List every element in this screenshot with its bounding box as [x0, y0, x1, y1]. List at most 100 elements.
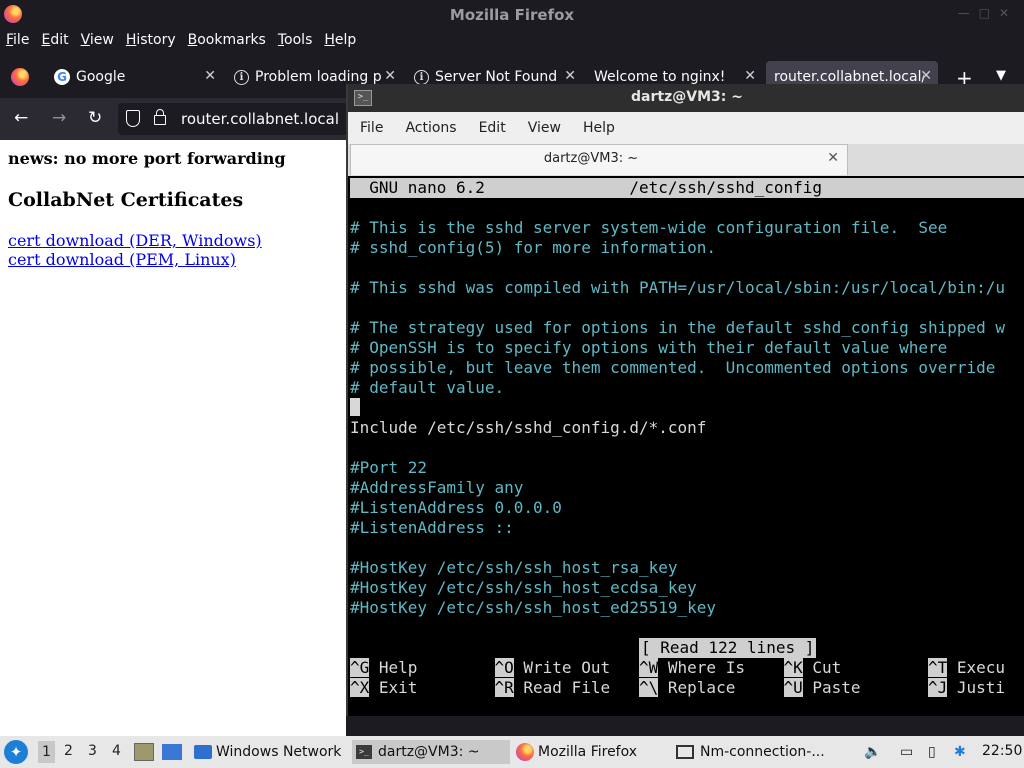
terminal-menu-edit[interactable]: Edit [467, 112, 516, 136]
close-tab-icon[interactable]: ✕ [920, 68, 932, 84]
taskbar-item-nm-connection[interactable]: Nm-connection-... [676, 740, 825, 764]
shortcut-key: ^X [350, 678, 370, 697]
shortcut-label: Help [369, 658, 495, 677]
shortcut-label: Replace [658, 678, 784, 697]
nano-line: #HostKey /etc/ssh/ssh_host_ed25519_key [350, 598, 717, 617]
url-text[interactable]: router.collabnet.local [181, 110, 339, 128]
tab-label: Welcome to nginx! [594, 69, 726, 85]
news-text: news: no more port forwarding [8, 149, 286, 168]
workspace-1[interactable]: 1 [38, 741, 55, 763]
taskbar-item-label: Windows Network [216, 744, 342, 760]
window-controls[interactable]: —□✕ [958, 6, 1018, 20]
shortcut-label: Write Out [513, 658, 639, 677]
menu-bookmarks[interactable]: Bookmarks [182, 30, 272, 48]
network-icon [676, 745, 694, 759]
info-icon: i [414, 69, 429, 85]
tab-label: Problem loading p [255, 69, 382, 85]
shortcut-key: ^T [928, 658, 948, 677]
terminal-menu-help[interactable]: Help [571, 112, 625, 136]
terminal-screen[interactable]: GNU nano 6.2 /etc/ssh/sshd_config # This… [348, 176, 1024, 716]
nano-line: #ListenAddress 0.0.0.0 [350, 498, 562, 517]
nano-shortcuts-row-1: ^G Help ^O Write Out ^W Where Is ^K Cut … [350, 658, 1005, 678]
close-tab-icon[interactable]: ✕ [564, 68, 576, 84]
shortcut-key: ^R [494, 678, 514, 697]
page-content: news: no more port forwarding CollabNet … [0, 140, 346, 706]
reload-icon[interactable]: ↻ [88, 108, 102, 128]
forward-arrow-icon[interactable]: → [52, 108, 66, 128]
terminal-window-title: dartz@VM3: ~ [631, 89, 743, 105]
close-tab-icon[interactable]: ✕ [384, 68, 396, 84]
workspace-2[interactable]: 2 [64, 743, 73, 759]
terminal-menubar: File Actions Edit View Help [348, 112, 1024, 144]
download-links: cert download (DER, Windows) cert downlo… [8, 231, 262, 269]
terminal-menu-view[interactable]: View [516, 112, 571, 136]
terminal-menu-actions[interactable]: Actions [393, 112, 466, 136]
menu-history[interactable]: History [120, 30, 182, 48]
nano-line: Include /etc/ssh/sshd_config.d/*.conf [350, 418, 707, 437]
start-menu-icon[interactable]: ✦ [4, 740, 28, 764]
nano-status: [ Read 122 lines ] [639, 638, 817, 658]
firefox-icon [516, 743, 534, 761]
nano-line: #HostKey /etc/ssh/ssh_host_rsa_key [350, 558, 678, 577]
info-icon: i [234, 69, 249, 85]
shortcut-label: Execu [947, 658, 1006, 677]
tab-label: router.collabnet.local/ [774, 69, 924, 85]
shortcut-label: Justi [947, 678, 1006, 697]
back-arrow-icon[interactable]: ← [14, 108, 28, 128]
taskbar-item-windows-network[interactable]: Windows Network [194, 740, 341, 764]
network-tray-icon[interactable]: ▭ [900, 744, 913, 760]
der-download-link[interactable]: cert download (DER, Windows) [8, 231, 262, 250]
tab-google[interactable]: G Google ✕ [46, 61, 222, 93]
terminal-menu-file[interactable]: File [348, 112, 393, 136]
desktop-icon [134, 743, 154, 761]
menu-file[interactable]: File [0, 30, 35, 48]
menu-view[interactable]: View [75, 30, 120, 48]
firefox-titlebar: Mozilla Firefox —□✕ [0, 0, 1024, 30]
taskbar-item-label: dartz@VM3: ~ [378, 744, 480, 760]
nano-line: # The strategy used for options in the d… [350, 318, 1006, 337]
pem-download-link[interactable]: cert download (PEM, Linux) [8, 250, 262, 269]
workspace-4[interactable]: 4 [112, 743, 121, 759]
firefox-menubar: File Edit View History Bookmarks Tools Help [0, 30, 1024, 54]
close-icon[interactable]: ✕ [827, 150, 839, 166]
menu-edit[interactable]: Edit [35, 30, 74, 48]
taskbar: ✦ 1 2 3 4 Windows Network >_ dartz@VM3: ~… [0, 736, 1024, 768]
google-icon: G [54, 69, 70, 85]
volume-icon[interactable]: 🔈 [864, 744, 881, 760]
show-desktop-icon[interactable] [134, 740, 154, 764]
shortcut-key: ^G [350, 658, 370, 677]
maximize-icon[interactable]: □ [979, 6, 999, 20]
taskbar-item-label: Mozilla Firefox [538, 744, 638, 760]
shortcut-key: ^J [928, 678, 948, 697]
lock-icon[interactable] [154, 109, 166, 125]
minimize-icon[interactable]: — [958, 6, 979, 20]
shortcut-key: ^O [494, 658, 514, 677]
workspace-3[interactable]: 3 [88, 743, 97, 759]
close-icon[interactable]: ✕ [999, 6, 1018, 20]
nano-line: # This sshd was compiled with PATH=/usr/… [350, 278, 1006, 297]
tab-label: Google [76, 69, 126, 85]
chevron-down-icon[interactable]: ▼ [996, 68, 1006, 83]
tab-label: Server Not Found [435, 69, 558, 85]
terminal-icon: >_ [356, 745, 372, 759]
menu-help[interactable]: Help [318, 30, 362, 48]
taskbar-item-firefox[interactable]: Mozilla Firefox [516, 740, 637, 764]
shield-icon[interactable] [126, 110, 140, 127]
firefox-view-button[interactable] [6, 61, 36, 93]
shortcut-key: ^K [783, 658, 803, 677]
menu-tools[interactable]: Tools [272, 30, 319, 48]
taskbar-item-label: Nm-connection-... [700, 744, 825, 760]
file-manager-icon[interactable] [162, 740, 182, 764]
shortcut-key: ^U [783, 678, 803, 697]
close-tab-icon[interactable]: ✕ [204, 68, 216, 84]
terminal-tab[interactable]: dartz@VM3: ~ ✕ [350, 144, 848, 175]
url-domain: collabnet.local [230, 110, 340, 128]
bluetooth-icon[interactable]: ✱ [954, 744, 966, 760]
close-tab-icon[interactable]: ✕ [744, 68, 756, 84]
page-heading: CollabNet Certificates [8, 189, 244, 211]
url-bar[interactable]: router.collabnet.local [118, 103, 358, 135]
taskbar-item-terminal[interactable]: >_ dartz@VM3: ~ [352, 740, 510, 764]
shortcut-label: Exit [369, 678, 495, 697]
clipboard-icon[interactable]: ▯ [928, 744, 936, 760]
nano-line: # This is the sshd server system-wide co… [350, 218, 948, 237]
